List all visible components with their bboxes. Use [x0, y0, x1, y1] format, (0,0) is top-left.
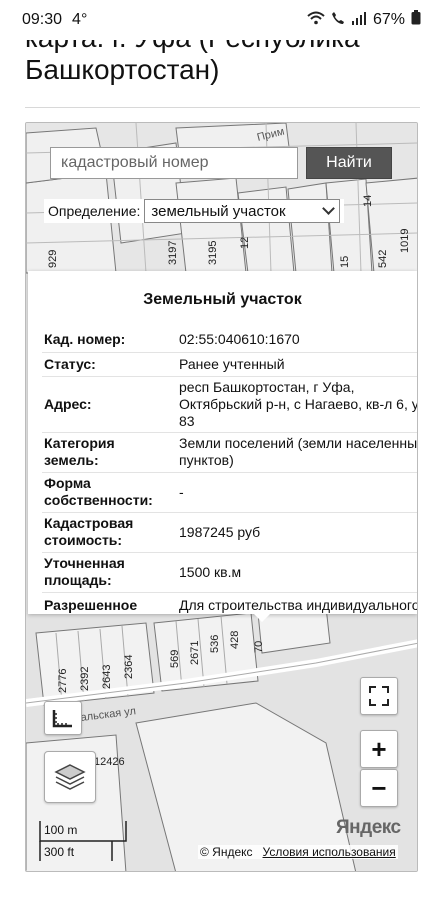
map-parcel-label: 2671: [189, 641, 201, 665]
row-value: 1500 кв.м: [175, 552, 417, 593]
row-value: 1987245 руб: [175, 512, 417, 553]
ruler-button[interactable]: [44, 701, 82, 735]
definition-row: Определение: земельный участок: [44, 199, 345, 223]
battery-percent: 67%: [372, 11, 405, 28]
row-value: респ Башкортостан, г Уфа, Октябрьский р-…: [175, 376, 417, 433]
map-parcel-label: 15: [339, 256, 351, 268]
call-icon: [331, 11, 345, 30]
table-row: Уточненная площадь: 1500 кв.м: [42, 552, 417, 593]
fullscreen-button[interactable]: [360, 677, 398, 715]
divider: [25, 107, 420, 108]
map-parcel-label: 12426: [94, 756, 125, 768]
info-title: Земельный участок: [143, 291, 302, 308]
row-key: Адрес:: [42, 376, 175, 433]
row-key: Форма собственности:: [42, 472, 175, 513]
table-row: Категория земель: Земли поселений (земли…: [42, 432, 417, 473]
layers-button[interactable]: [44, 751, 96, 803]
map-parcel-label: 929: [47, 250, 59, 268]
map-parcel-label: 1019: [399, 229, 411, 253]
scale-meters: 100 m: [44, 823, 78, 837]
map-parcel-label: 14: [362, 195, 374, 207]
table-row: Разрешенное Для строительства индивидуал…: [42, 592, 417, 614]
wifi-icon: [307, 11, 325, 30]
find-button[interactable]: Найти: [306, 147, 392, 179]
yandex-logo: Яндекс: [336, 817, 401, 838]
fullscreen-icon: [369, 686, 389, 706]
status-bar: 09:30 4° 67%: [0, 0, 443, 40]
row-value: Ранее учтенный: [175, 352, 417, 377]
map-parcel-label: 70: [253, 641, 265, 653]
status-extra: 4°: [72, 11, 88, 28]
map-parcel-label: 2776: [57, 669, 69, 693]
chevron-down-icon: [322, 202, 336, 215]
parcel-info-table: Кад. номер: 02:55:040610:1670 Статус: Ра…: [42, 328, 417, 614]
definition-label: Определение:: [48, 203, 141, 219]
row-value: Земли поселений (земли населенных пункто…: [175, 432, 417, 473]
map-parcel-label: 428: [229, 631, 241, 649]
row-key: Кад. номер:: [42, 328, 175, 353]
status-time: 09:30: [22, 11, 63, 28]
scale-feet: 300 ft: [44, 845, 75, 859]
parcel-info-panel: Земельный участок Кад. номер: 02:55:0406…: [28, 271, 417, 614]
cadastral-search-input[interactable]: кадастровый номер: [50, 147, 298, 179]
map-parcel-label: 2392: [79, 667, 91, 691]
table-row: Кадастровая стоимость: 1987245 руб: [42, 512, 417, 553]
row-value: Для строительства индивидуального: [175, 592, 417, 614]
info-pointer: [252, 612, 272, 622]
terms-link[interactable]: Условия использования: [263, 845, 396, 859]
ruler-icon: [52, 710, 72, 728]
table-row: Статус: Ранее учтенный: [42, 352, 417, 377]
row-key: Уточненная площадь:: [42, 552, 175, 593]
map-parcel-label: 542: [377, 250, 389, 268]
signal-icon: [351, 11, 367, 30]
search-placeholder: кадастровый номер: [61, 154, 209, 171]
map-parcel-label: 2364: [123, 655, 135, 679]
map-parcel-label: 2643: [101, 665, 113, 689]
definition-select[interactable]: земельный участок: [144, 199, 341, 223]
layers-icon: [54, 764, 86, 790]
map-attribution: © Яндекс Условия использования: [198, 845, 398, 859]
table-row: Форма собственности: -: [42, 472, 417, 513]
zoom-out-button[interactable]: −: [360, 769, 398, 807]
map-widget[interactable]: Прим 3197 3195 12 14 15 542 1019 929 277…: [25, 122, 418, 872]
map-scale: 100 m 300 ft: [38, 819, 128, 866]
map-parcel-label: 12: [239, 237, 251, 249]
table-row: Кад. номер: 02:55:040610:1670: [42, 328, 417, 353]
map-parcel-label: 3195: [207, 241, 219, 265]
battery-icon: [411, 10, 421, 30]
row-value: 02:55:040610:1670: [175, 328, 417, 353]
map-parcel-label: 536: [209, 635, 221, 653]
map-parcel-label: 569: [169, 650, 181, 668]
definition-selected: земельный участок: [151, 202, 286, 220]
row-key: Категория земель:: [42, 432, 175, 473]
table-row: Адрес: респ Башкортостан, г Уфа, Октябрь…: [42, 376, 417, 433]
row-key: Кадастровая стоимость:: [42, 512, 175, 553]
copyright-text: © Яндекс: [200, 845, 253, 859]
zoom-in-button[interactable]: +: [360, 730, 398, 768]
row-value: -: [175, 472, 417, 513]
row-key: Статус:: [42, 352, 175, 377]
row-key: Разрешенное: [42, 592, 175, 614]
map-parcel-label: 3197: [167, 241, 179, 265]
